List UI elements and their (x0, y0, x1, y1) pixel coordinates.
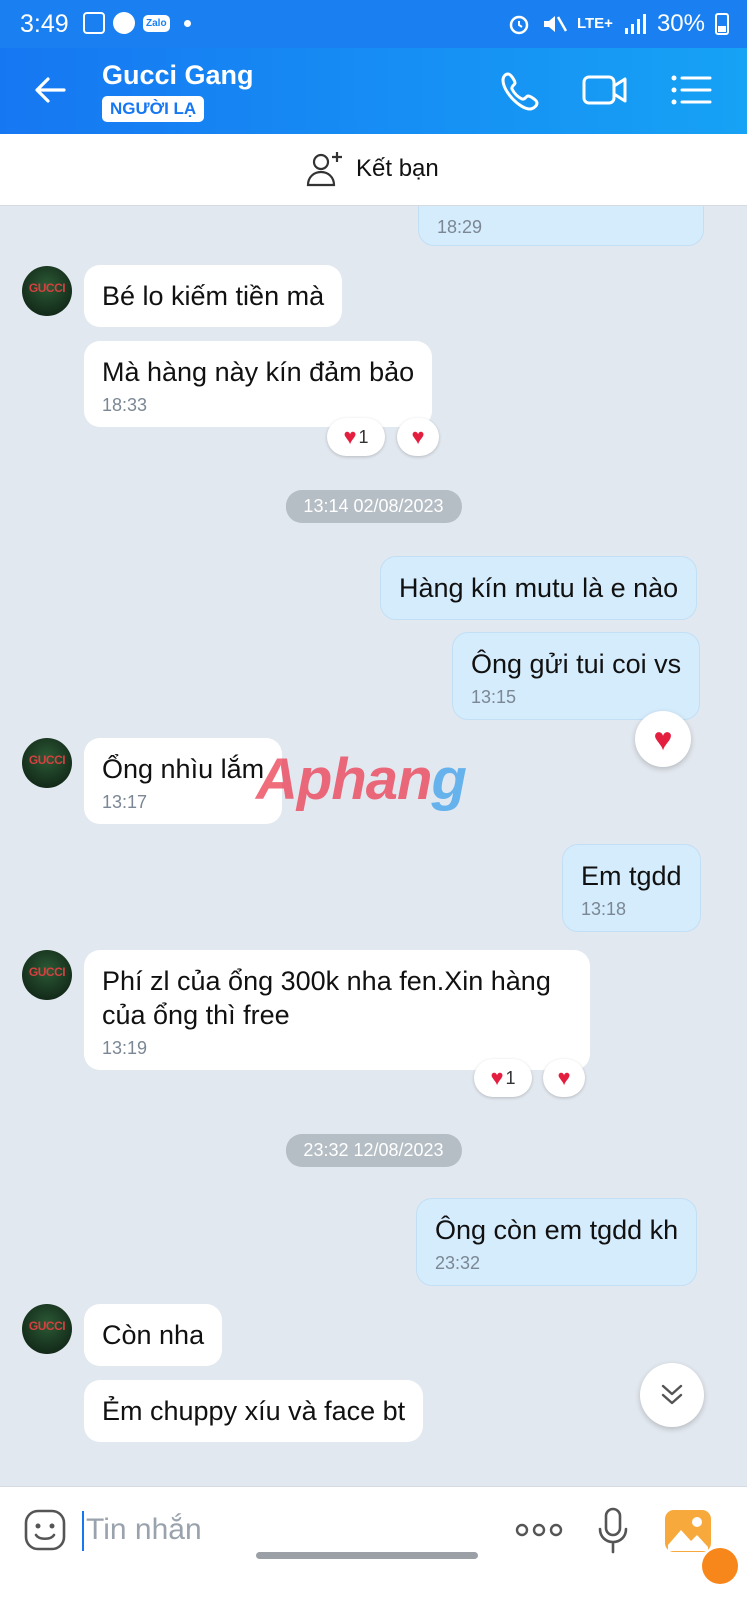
floating-badge[interactable] (702, 1548, 738, 1584)
message-text: Bé lo kiếm tiền mà (102, 281, 325, 311)
menu-list-icon[interactable] (668, 68, 714, 112)
gesture-handle (256, 1552, 478, 1559)
add-friend-label: Kết bạn (356, 155, 439, 182)
alarm-icon (509, 15, 529, 35)
notification-icons: Zalo (83, 12, 191, 34)
reaction-count: 1 (358, 426, 369, 447)
heart-icon: ♥ (411, 424, 425, 449)
date-separator: 13:14 02/08/2023 (285, 490, 462, 523)
signal-icon (624, 14, 646, 34)
message-outgoing[interactable]: Em tgdd 13:18 (562, 844, 701, 932)
gallery-icon[interactable] (664, 1509, 712, 1553)
network-type: LTE+ (576, 15, 613, 32)
message-outgoing[interactable]: Ông còn em tgdd kh 23:32 (416, 1198, 698, 1286)
message-composer: Tin nhắn (0, 1486, 747, 1600)
avatar[interactable]: GUCCI (22, 738, 72, 788)
reaction-summary[interactable]: ♥ 1 (327, 418, 385, 456)
add-friend-bar: Kết bạn (0, 134, 747, 206)
text-cursor (82, 1511, 84, 1551)
message-time: 13:17 (102, 792, 148, 812)
add-friend-button[interactable]: Kết bạn (306, 150, 439, 188)
reaction-heart[interactable]: ♥ (635, 711, 691, 767)
contact-name[interactable]: Gucci Gang (102, 60, 254, 91)
message-time: 13:19 (102, 1038, 148, 1058)
message-incoming[interactable]: Mà hàng này kín đảm bảo 18:33 (84, 341, 433, 427)
watermark-logo: Aphang (256, 747, 467, 812)
more-notifications-dot (183, 19, 191, 27)
date-separator: 23:32 12/08/2023 (285, 1134, 462, 1167)
stranger-badge: NGƯỜI LẠ (102, 96, 205, 122)
phone-icon[interactable] (498, 68, 544, 112)
message-text: Ẻm chuppy xíu và face bt (102, 1396, 406, 1426)
message-text: Ổng nhìu lắm (102, 754, 265, 784)
message-time: 18:33 (102, 395, 148, 415)
scroll-to-bottom-button[interactable] (640, 1363, 704, 1427)
emoji-icon[interactable] (24, 1509, 66, 1551)
avatar[interactable]: GUCCI (22, 266, 72, 316)
message-incoming[interactable]: Còn nha (84, 1304, 223, 1366)
heart-icon: ♥ (490, 1065, 504, 1090)
message-incoming[interactable]: Ổng nhìu lắm 13:17 (84, 738, 283, 824)
status-time: 3:49 (20, 10, 69, 38)
video-call-icon[interactable] (582, 68, 628, 112)
message-time: 13:18 (581, 899, 627, 919)
add-friend-icon (306, 152, 342, 187)
avatar[interactable]: GUCCI (22, 1304, 72, 1354)
react-button[interactable]: ♥ (543, 1059, 585, 1097)
battery-percent: 30% (656, 10, 705, 37)
heart-icon: ♥ (557, 1065, 571, 1090)
message-text: Còn nha (102, 1320, 205, 1350)
message-text: Em tgdd (581, 861, 682, 891)
message-incoming[interactable]: Bé lo kiếm tiền mà (84, 265, 343, 327)
message-incoming[interactable]: Ẻm chuppy xíu và face bt (84, 1380, 424, 1442)
message-text: Hàng kín mutu là e nào (399, 573, 679, 603)
battery-icon (715, 13, 729, 35)
heart-icon: ♥ (653, 721, 673, 757)
message-text: Phí zl của ổng 300k nha fen.Xin hàng của… (102, 966, 551, 1030)
chevron-double-down-icon (661, 1384, 683, 1405)
system-icons: LTE+ 30% (507, 10, 729, 38)
reaction-count: 1 (505, 1067, 516, 1088)
more-dots-icon[interactable] (515, 1523, 563, 1537)
zalo-notification-icon: Zalo (143, 14, 170, 32)
message-outgoing[interactable]: 18:29 (418, 206, 704, 246)
message-time: 13:15 (471, 687, 517, 707)
status-bar: 3:49 Zalo LTE+ 30% (0, 0, 747, 48)
message-time: 23:32 (435, 1253, 481, 1273)
message-incoming[interactable]: Phí zl của ổng 300k nha fen.Xin hàng của… (84, 950, 590, 1070)
message-text: Ông gửi tui coi vs (471, 649, 682, 679)
reaction-summary[interactable]: ♥ 1 (474, 1059, 532, 1097)
microphone-icon[interactable] (597, 1507, 629, 1555)
gallery-notification-icon (83, 12, 105, 34)
heart-notification-icon (113, 12, 135, 34)
message-input[interactable]: Tin nhắn (86, 1513, 202, 1547)
message-list[interactable]: 18:29 GUCCI Bé lo kiếm tiền mà Mà hàng n… (0, 206, 747, 1486)
heart-icon: ♥ (343, 424, 357, 449)
message-text: Mà hàng này kín đảm bảo (102, 357, 415, 387)
message-outgoing[interactable]: Hàng kín mutu là e nào (380, 556, 698, 620)
mute-icon (543, 16, 567, 32)
message-time: 18:29 (437, 217, 483, 237)
message-text: Ông còn em tgdd kh (435, 1215, 679, 1245)
chat-header: Gucci Gang NGƯỜI LẠ (0, 48, 747, 134)
back-arrow-icon[interactable] (30, 70, 70, 110)
react-button[interactable]: ♥ (397, 418, 439, 456)
avatar[interactable]: GUCCI (22, 950, 72, 1000)
message-outgoing[interactable]: Ông gửi tui coi vs 13:15 (452, 632, 701, 720)
